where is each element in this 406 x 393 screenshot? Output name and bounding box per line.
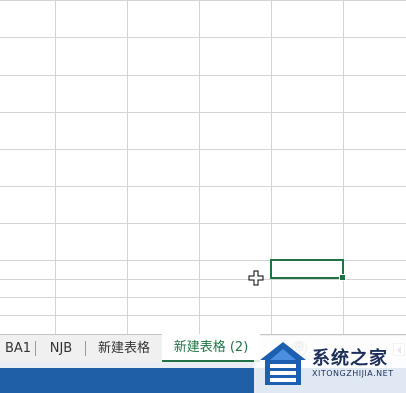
cell-cursor-icon [248,270,264,286]
sheet-tab-new-table[interactable]: 新建表格 [86,335,162,362]
sheet-tab-njb[interactable]: NJB [36,335,86,362]
selected-cell[interactable] [270,259,346,281]
row-divider [0,75,406,76]
row-divider [0,315,406,316]
row-divider [0,37,406,38]
watermark-url: XITONGZHIJIA.NET [312,369,394,378]
sheet-tab-label: NJB [49,341,73,356]
spreadsheet-grid[interactable] [0,0,406,334]
watermark: 系统之家 XITONGZHIJIA.NET [254,336,406,393]
house-logo-icon [260,342,306,385]
sheet-tab-label: 新建表格 (2) [173,340,249,355]
column-divider [343,0,344,334]
sheet-tab-label: BA1 [4,341,32,356]
sheet-tab-new-table-2[interactable]: 新建表格 (2) [162,334,260,362]
row-divider [0,186,406,187]
sheet-tab-label: 新建表格 [97,341,150,356]
column-divider [199,0,200,334]
watermark-title: 系统之家 [312,348,388,369]
row-divider [0,0,406,1]
column-divider [271,0,272,334]
column-divider [55,0,56,334]
row-divider [0,149,406,150]
row-divider [0,260,406,261]
row-divider [0,223,406,224]
column-divider [127,0,128,334]
fill-handle[interactable] [339,274,346,281]
sheet-tab-ba1[interactable]: BA1 [0,335,36,362]
row-divider [0,297,406,298]
row-divider [0,112,406,113]
